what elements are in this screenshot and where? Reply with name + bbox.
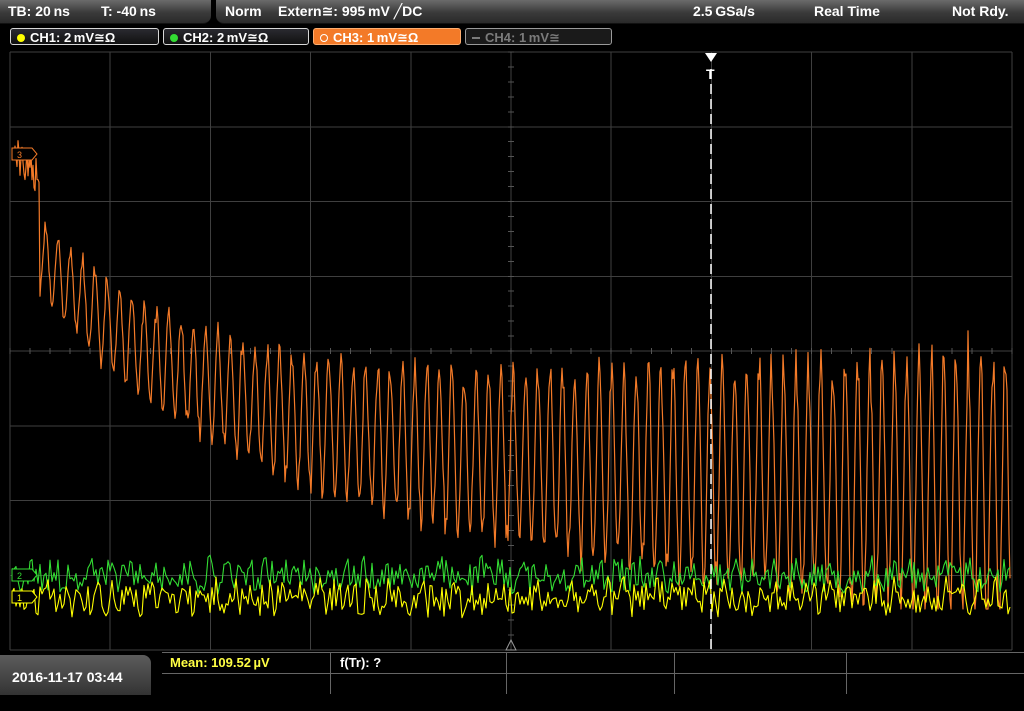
channel-1-label: CH1: 2 mV≅Ω xyxy=(30,30,116,45)
trigger-time-value[interactable]: T: -40 ns xyxy=(101,0,156,23)
channel-1-offset-marker[interactable]: 1 xyxy=(11,590,38,604)
trigger-position-label: T xyxy=(706,66,715,82)
channel-3-dot-icon xyxy=(320,34,328,42)
channel-4-label: CH4: 1 mV≅ xyxy=(485,30,560,45)
svg-text:1: 1 xyxy=(17,593,22,603)
measurement-row-1[interactable]: Mean: 109.52 µV f(Tr): ? xyxy=(162,652,1024,673)
channel-2-dot-icon xyxy=(170,34,178,42)
channel-2-label: CH2: 2 mV≅Ω xyxy=(183,30,269,45)
channel-4-chip[interactable]: CH4: 1 mV≅ xyxy=(465,28,612,45)
measurement-panel[interactable]: Mean: 109.52 µV f(Tr): ? xyxy=(162,652,1024,695)
mean-measurement[interactable]: Mean: 109.52 µV xyxy=(170,653,270,673)
timebase-panel[interactable]: TB: 20 ns T: -40 ns xyxy=(0,0,211,24)
status-bar: TB: 20 ns T: -40 ns Norm Extern≅: 995 mV… xyxy=(0,0,1024,25)
trigger-position-marker-icon[interactable] xyxy=(705,53,717,62)
acquisition-mode[interactable]: Real Time xyxy=(814,0,880,23)
channel-3-chip[interactable]: CH3: 1 mV≅Ω xyxy=(313,28,461,45)
trigger-source[interactable]: Extern≅: 995 mV ╱DC xyxy=(278,0,422,23)
channel-1-dot-icon xyxy=(17,34,25,42)
timebase-value[interactable]: TB: 20 ns xyxy=(8,0,70,23)
trigger-mode[interactable]: Norm xyxy=(225,0,262,23)
channel-bar: CH1: 2 mV≅Ω CH2: 2 mV≅Ω CH3: 1 mV≅Ω CH4:… xyxy=(0,25,1024,49)
svg-text:3: 3 xyxy=(17,150,22,160)
date-time-text: 2016-11-17 03:44 xyxy=(12,669,123,685)
ftr-measurement[interactable]: f(Tr): ? xyxy=(340,653,381,673)
channel-4-off-icon xyxy=(472,37,480,39)
measurement-row-2[interactable] xyxy=(162,673,1024,694)
date-time: 2016-11-17 03:44 xyxy=(0,655,151,695)
trigger-panel[interactable]: Norm Extern≅: 995 mV ╱DC 2.5 GSa/s Real … xyxy=(216,0,1024,24)
channel-1-chip[interactable]: CH1: 2 mV≅Ω xyxy=(10,28,159,45)
bottom-bar: 2016-11-17 03:44 Mean: 109.52 µV f(Tr): … xyxy=(0,651,1024,695)
waveform-display[interactable]: T 3 2 1 xyxy=(0,49,1024,651)
acquisition-status: Not Rdy. xyxy=(952,3,1009,19)
channel-2-chip[interactable]: CH2: 2 mV≅Ω xyxy=(163,28,309,45)
channel-3-offset-marker[interactable]: 3 xyxy=(11,147,38,161)
svg-text:2: 2 xyxy=(17,571,22,581)
sample-rate[interactable]: 2.5 GSa/s xyxy=(693,0,755,23)
channel-2-offset-marker[interactable]: 2 xyxy=(11,568,38,582)
channel-3-label: CH3: 1 mV≅Ω xyxy=(333,30,419,45)
